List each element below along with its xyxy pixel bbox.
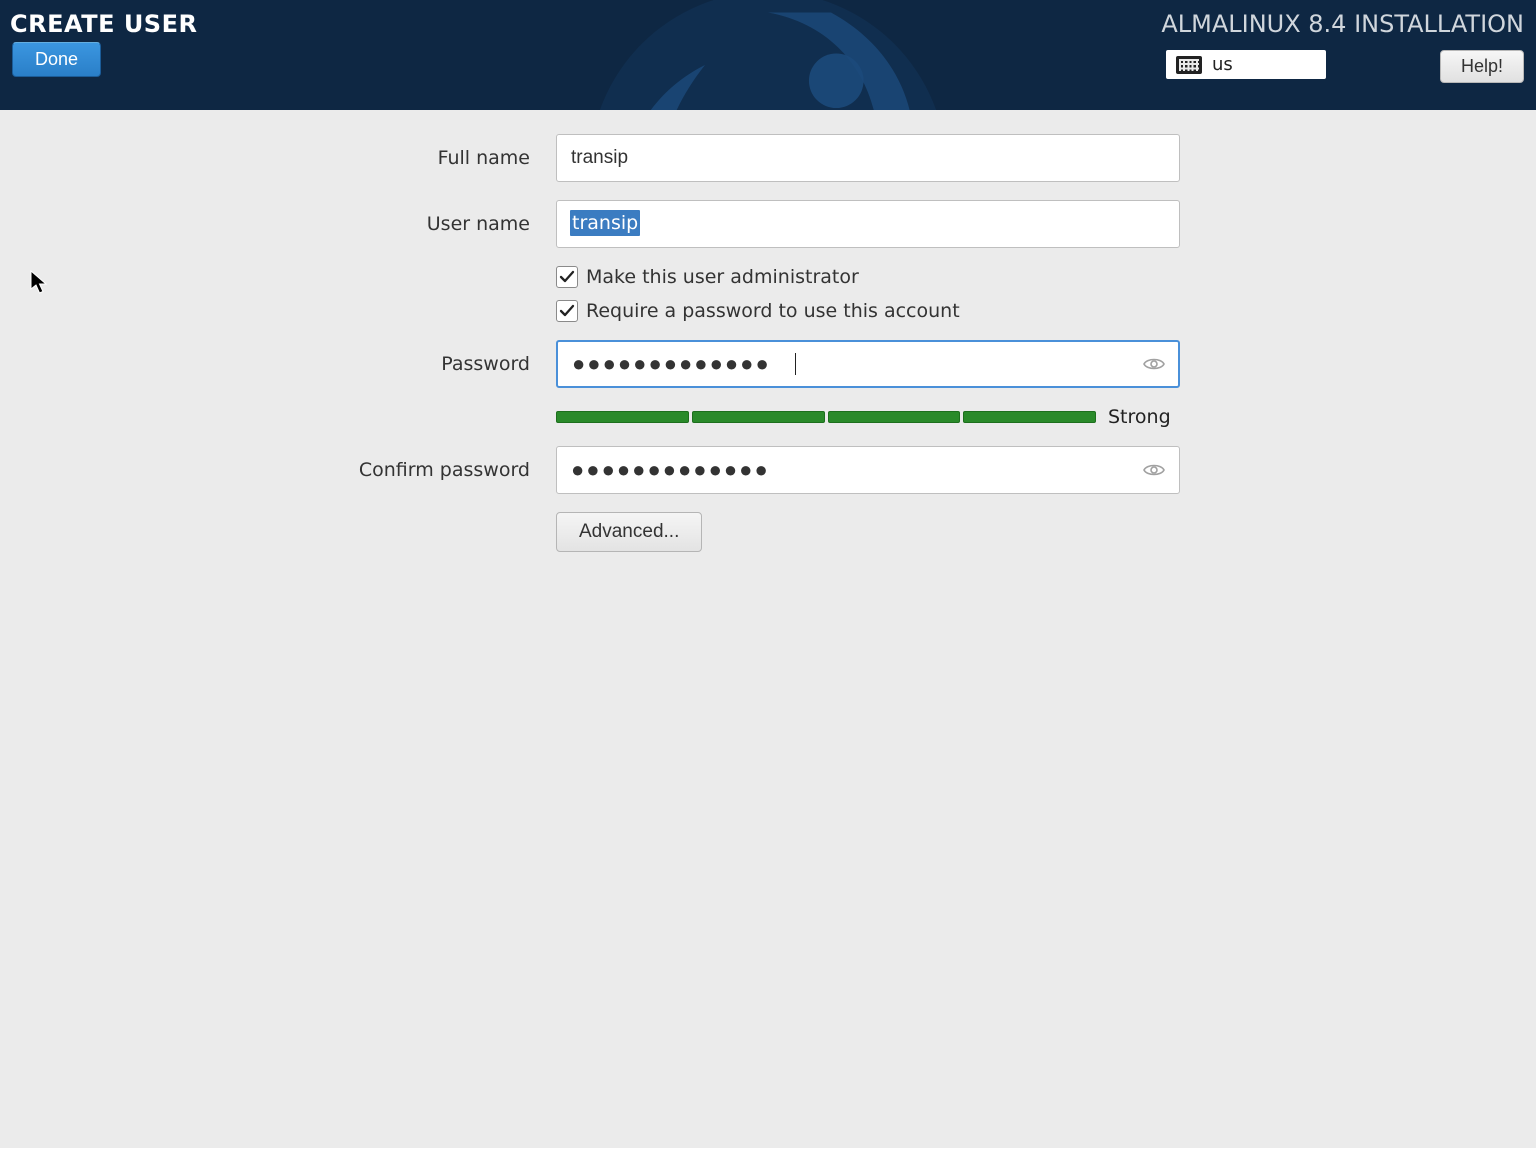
create-user-form: Full name User name transip Make this us… xyxy=(0,110,1536,1152)
checkmark-icon xyxy=(559,269,575,285)
keyboard-layout-indicator[interactable]: us xyxy=(1166,50,1326,79)
distro-logo-icon xyxy=(558,0,978,110)
make-admin-label: Make this user administrator xyxy=(586,266,859,288)
password-input[interactable] xyxy=(556,340,1180,388)
make-admin-checkbox-row[interactable]: Make this user administrator xyxy=(556,266,1180,288)
full-name-input[interactable] xyxy=(556,134,1180,182)
make-admin-checkbox[interactable] xyxy=(556,266,578,288)
password-label: Password xyxy=(0,353,530,375)
checkmark-icon xyxy=(559,303,575,319)
require-password-label: Require a password to use this account xyxy=(586,300,960,322)
installer-header: CREATE USER Done ALMALINUX 8.4 INSTALLAT… xyxy=(0,0,1536,110)
strength-segment xyxy=(692,411,825,423)
strength-segment xyxy=(556,411,689,423)
user-name-input[interactable] xyxy=(556,200,1180,248)
require-password-checkbox[interactable] xyxy=(556,300,578,322)
eye-icon xyxy=(1142,352,1166,376)
page-title: CREATE USER xyxy=(10,10,197,38)
help-button[interactable]: Help! xyxy=(1440,50,1524,83)
bottom-strip xyxy=(0,1148,1536,1152)
password-strength-bar xyxy=(556,411,1096,423)
confirm-password-label: Confirm password xyxy=(0,459,530,481)
password-strength-row: Strong xyxy=(556,406,1180,428)
require-password-checkbox-row[interactable]: Require a password to use this account xyxy=(556,300,1180,322)
done-button[interactable]: Done xyxy=(12,42,101,77)
show-confirm-password-button[interactable] xyxy=(1140,456,1168,484)
strength-segment xyxy=(963,411,1096,423)
keyboard-icon xyxy=(1176,56,1202,74)
password-strength-label: Strong xyxy=(1108,406,1171,428)
installation-title: ALMALINUX 8.4 INSTALLATION xyxy=(1161,10,1524,38)
eye-icon xyxy=(1142,458,1166,482)
full-name-label: Full name xyxy=(0,147,530,169)
strength-segment xyxy=(828,411,961,423)
advanced-button[interactable]: Advanced... xyxy=(556,512,702,552)
keyboard-layout-label: us xyxy=(1212,54,1233,75)
confirm-password-input[interactable] xyxy=(556,446,1180,494)
user-name-label: User name xyxy=(0,213,530,235)
show-password-button[interactable] xyxy=(1140,350,1168,378)
